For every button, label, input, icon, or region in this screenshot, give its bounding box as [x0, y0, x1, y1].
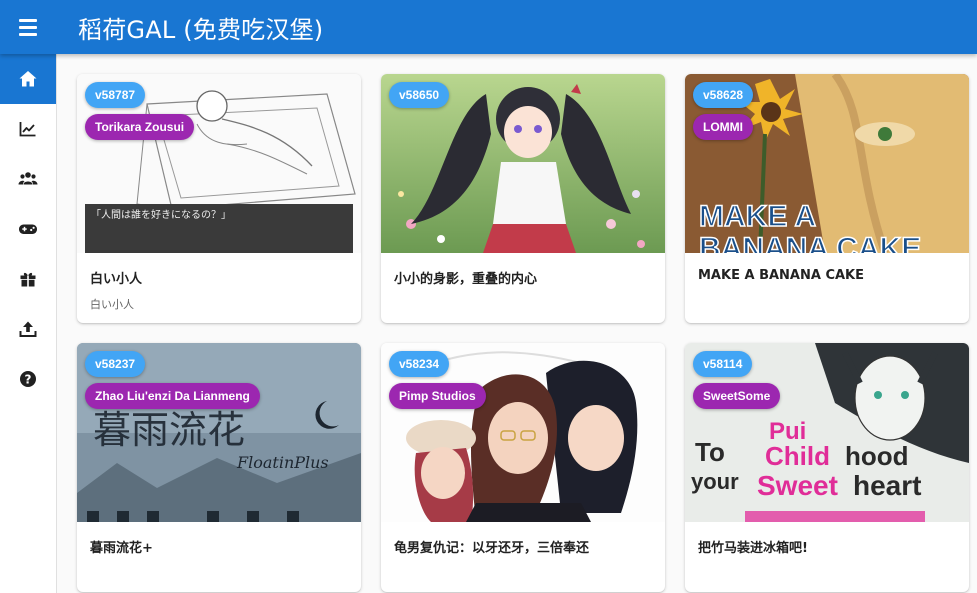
game-title: 把竹马装进冰箱吧! — [698, 541, 808, 556]
sidebar: ? — [0, 54, 57, 593]
game-thumbnail: MAKE A BANANA CAKE v58628 LOMMI — [685, 74, 969, 253]
game-card[interactable]: v58650 小小的身影，重叠的内心 — [381, 74, 665, 323]
svg-text:your: your — [691, 469, 739, 494]
svg-text:MAKE A: MAKE A — [699, 200, 816, 233]
nav-item-gifts[interactable] — [0, 254, 56, 304]
studio-badge: Pimp Studios — [389, 383, 486, 409]
svg-text:Child: Child — [765, 441, 830, 471]
studio-badge: Zhao Liu'enzi Da Lianmeng — [85, 383, 260, 409]
game-card[interactable]: 「人間は誰を好きになるの？」 v58787 Torikara Zousui 白い… — [77, 74, 361, 323]
upload-icon — [19, 321, 37, 337]
app-title: 稻荷GAL (免费吃汉堡) — [78, 15, 324, 44]
studio-badge: SweetSome — [693, 383, 781, 409]
thumbnail-caption: 「人間は誰を好きになるの？」 — [91, 208, 231, 221]
game-id-badge: v58650 — [389, 82, 450, 108]
nav-item-home[interactable] — [0, 54, 56, 104]
svg-text:heart: heart — [853, 470, 921, 501]
game-card[interactable]: v58234 Pimp Studios 龟男复仇记：以牙还牙，三倍奉还 — [381, 343, 665, 592]
chart-line-icon — [19, 122, 36, 137]
svg-text:BANANA CAKE: BANANA CAKE — [699, 232, 921, 253]
svg-text:FloatinPlus: FloatinPlus — [236, 453, 329, 472]
nav-item-users[interactable] — [0, 154, 56, 204]
studio-badge: LOMMI — [693, 114, 753, 140]
nav-item-games[interactable] — [0, 204, 56, 254]
svg-text:?: ? — [25, 372, 32, 386]
gamepad-icon — [19, 224, 37, 234]
nav-item-help[interactable]: ? — [0, 354, 56, 404]
game-id-badge: v58114 — [693, 351, 753, 377]
game-card[interactable]: 暮雨流花 FloatinPlus v58237 Zhao Liu'enzi Da… — [77, 343, 361, 592]
game-id-badge: v58787 — [85, 82, 146, 108]
game-title: 小小的身影，重叠的内心 — [394, 272, 538, 287]
game-id-badge: v58234 — [389, 351, 450, 377]
hamburger-icon — [19, 18, 37, 36]
help-circle-icon: ? — [20, 371, 36, 387]
svg-text:暮雨流花: 暮雨流花 — [93, 408, 245, 452]
game-thumbnail: 「人間は誰を好きになるの？」 v58787 Torikara Zousui — [77, 74, 361, 253]
game-card[interactable]: MAKE A BANANA CAKE v58628 LOMMI MAKE A B… — [685, 74, 969, 323]
gift-icon — [20, 272, 36, 287]
game-title: 暮雨流花+ — [90, 541, 153, 556]
svg-text:To: To — [695, 437, 725, 467]
menu-button[interactable] — [0, 0, 56, 54]
game-thumbnail: v58234 Pimp Studios — [381, 343, 665, 522]
home-icon — [19, 71, 37, 87]
nav-item-upload[interactable] — [0, 304, 56, 354]
game-title: 龟男复仇记：以牙还牙，三倍奉还 — [394, 541, 590, 556]
svg-text:Sweet: Sweet — [757, 470, 838, 501]
game-thumbnail: To Pui Child hood your Sweet heart v5811… — [685, 343, 969, 522]
game-title: MAKE A BANANA CAKE — [698, 268, 864, 283]
game-card[interactable]: To Pui Child hood your Sweet heart v5811… — [685, 343, 969, 592]
svg-text:hood: hood — [845, 441, 909, 471]
nav-item-stats[interactable] — [0, 104, 56, 154]
game-id-badge: v58237 — [85, 351, 146, 377]
users-icon — [18, 172, 38, 185]
game-id-badge: v58628 — [693, 82, 754, 108]
app-bar: 稻荷GAL (免费吃汉堡) — [0, 0, 977, 54]
game-title: 白い小人 — [90, 272, 143, 287]
game-thumbnail: 暮雨流花 FloatinPlus v58237 Zhao Liu'enzi Da… — [77, 343, 361, 522]
studio-badge: Torikara Zousui — [85, 114, 195, 140]
game-subtitle: 白い小人 — [90, 298, 134, 311]
content-area: 「人間は誰を好きになるの？」 v58787 Torikara Zousui 白い… — [57, 54, 977, 593]
game-thumbnail: v58650 — [381, 74, 665, 253]
